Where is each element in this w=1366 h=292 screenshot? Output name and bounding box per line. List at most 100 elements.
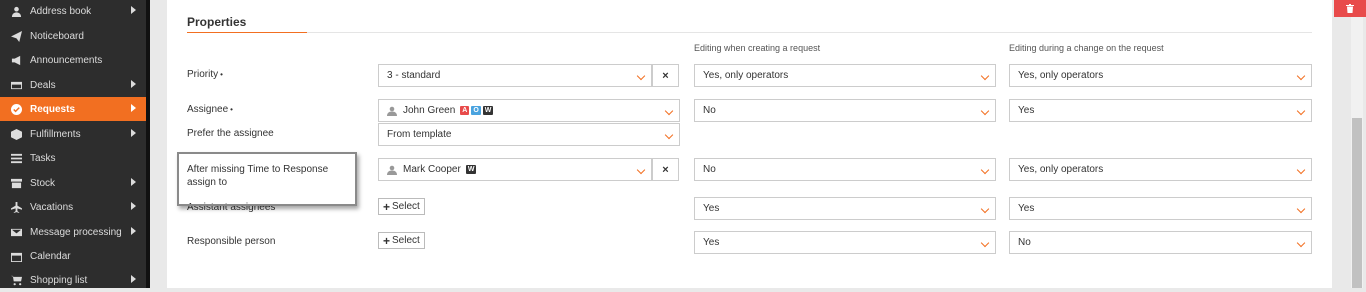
title-underline: [187, 32, 307, 33]
calendar-icon: [10, 250, 22, 262]
chevron-right-icon: [131, 202, 136, 210]
badge-a: A: [460, 106, 470, 115]
chevron-down-icon: [664, 130, 674, 140]
sidebar-item-label: Message processing: [30, 226, 122, 238]
badge-w: W: [465, 165, 477, 174]
sidebar-item-noticeboard[interactable]: Noticeboard: [0, 24, 146, 48]
column-header-create: Editing when creating a request: [694, 43, 821, 53]
credit-card-icon: [10, 79, 22, 91]
plane-icon: [10, 201, 22, 213]
sidebar: Address book Noticeboard Announcements D…: [0, 0, 146, 288]
user-icon: [387, 106, 397, 116]
sidebar-item-message-processing[interactable]: Message processing: [0, 220, 146, 244]
chevron-right-icon: [131, 129, 136, 137]
chevron-down-icon: [664, 106, 674, 116]
priority-select[interactable]: 3 - standard: [378, 64, 652, 87]
sidebar-item-deals[interactable]: Deals: [0, 73, 146, 97]
assistant-change-select[interactable]: Yes: [1009, 197, 1312, 220]
required-marker: •: [230, 105, 233, 114]
sidebar-item-fulfillments[interactable]: Fulfillments: [0, 122, 146, 146]
highlight-box: [177, 152, 357, 206]
chevron-right-icon: [131, 227, 136, 235]
responsible-person-label: Responsible person: [187, 236, 276, 247]
user-icon: [10, 5, 22, 17]
sidebar-item-label: Calendar: [30, 250, 71, 262]
required-marker: •: [220, 70, 223, 79]
chevron-right-icon: [131, 275, 136, 283]
priority-create-select[interactable]: Yes, only operators: [694, 64, 996, 87]
priority-clear-button[interactable]: ×: [652, 64, 679, 87]
chevron-right-icon: [131, 104, 136, 112]
sidebar-item-stock[interactable]: Stock: [0, 171, 146, 195]
section-title: Properties: [187, 15, 247, 29]
chevron-right-icon: [131, 178, 136, 186]
after-missing-select[interactable]: Mark Cooper W: [378, 158, 652, 181]
plus-icon: +: [383, 199, 391, 214]
prefer-assignee-label: Prefer the assignee: [187, 128, 274, 139]
scrollbar-thumb[interactable]: [1352, 118, 1362, 288]
sidebar-item-label: Vacations: [30, 201, 74, 213]
sidebar-item-label: Fulfillments: [30, 128, 81, 140]
after-missing-change-select[interactable]: Yes, only operators: [1009, 158, 1312, 181]
responsible-create-select[interactable]: Yes: [694, 231, 996, 254]
sidebar-divider: [146, 0, 150, 288]
after-missing-clear-button[interactable]: ×: [652, 158, 679, 181]
chevron-down-icon: [636, 71, 646, 81]
priority-change-select[interactable]: Yes, only operators: [1009, 64, 1312, 87]
envelope-icon: [10, 226, 22, 238]
column-header-change: Editing during a change on the request: [1009, 43, 1164, 53]
chevron-down-icon: [1296, 106, 1306, 116]
assignee-change-select[interactable]: Yes: [1009, 99, 1312, 122]
assignee-select[interactable]: John Green A O W: [378, 99, 680, 122]
badge-o: O: [471, 106, 481, 115]
chevron-down-icon: [1296, 204, 1306, 214]
chevron-down-icon: [980, 71, 990, 81]
sidebar-item-vacations[interactable]: Vacations: [0, 195, 146, 219]
chevron-down-icon: [980, 106, 990, 116]
sidebar-item-label: Requests: [30, 103, 76, 115]
after-missing-create-select[interactable]: No: [694, 158, 996, 181]
user-icon: [387, 165, 397, 175]
check-circle-icon: [10, 103, 22, 115]
responsible-change-select[interactable]: No: [1009, 231, 1312, 254]
megaphone-icon: [10, 54, 22, 66]
chevron-down-icon: [1296, 238, 1306, 248]
chevron-down-icon: [1296, 71, 1306, 81]
sidebar-item-address-book[interactable]: Address book: [0, 0, 146, 23]
sidebar-item-label: Stock: [30, 177, 56, 189]
chevron-down-icon: [636, 165, 646, 175]
paper-plane-icon: [10, 30, 22, 42]
chevron-down-icon: [980, 238, 990, 248]
chevron-down-icon: [980, 204, 990, 214]
assignee-create-select[interactable]: No: [694, 99, 996, 122]
list-icon: [10, 152, 22, 164]
chevron-right-icon: [131, 6, 136, 14]
sidebar-item-label: Shopping list: [30, 274, 88, 286]
box-icon: [10, 177, 22, 189]
priority-label: Priority •: [187, 69, 223, 80]
delete-button[interactable]: [1334, 0, 1366, 17]
after-missing-value: Mark Cooper: [403, 164, 461, 175]
sidebar-item-label: Tasks: [30, 152, 56, 164]
prefer-assignee-select[interactable]: From template: [378, 123, 680, 146]
title-divider: [307, 32, 1312, 33]
responsible-select-button[interactable]: + Select: [378, 232, 425, 249]
assignee-value: John Green: [403, 105, 456, 116]
properties-panel: Properties Editing when creating a reque…: [167, 0, 1332, 288]
assistant-create-select[interactable]: Yes: [694, 197, 996, 220]
assignee-label: Assignee •: [187, 104, 233, 115]
cube-icon: [10, 128, 22, 140]
cart-icon: [10, 274, 22, 286]
chevron-down-icon: [980, 165, 990, 175]
sidebar-item-announcements[interactable]: Announcements: [0, 48, 146, 72]
assistant-select-button[interactable]: + Select: [378, 198, 425, 215]
sidebar-item-calendar[interactable]: Calendar: [0, 244, 146, 268]
sidebar-item-shopping-list[interactable]: Shopping list: [0, 268, 146, 292]
sidebar-item-label: Deals: [30, 79, 56, 91]
trash-icon: [1346, 4, 1354, 13]
sidebar-item-tasks[interactable]: Tasks: [0, 146, 146, 170]
chevron-right-icon: [131, 80, 136, 88]
sidebar-item-requests[interactable]: Requests: [0, 97, 146, 121]
chevron-down-icon: [1296, 165, 1306, 175]
sidebar-item-label: Announcements: [30, 54, 103, 66]
